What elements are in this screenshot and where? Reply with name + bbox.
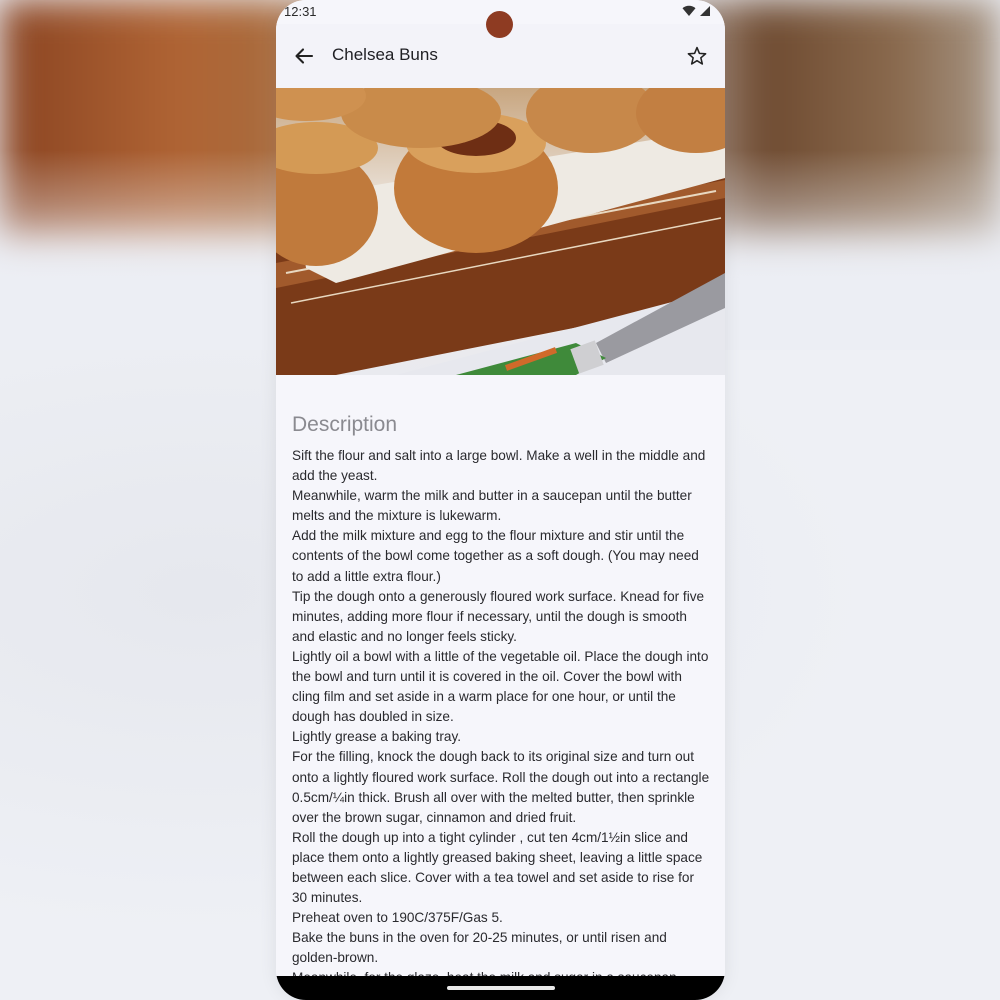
- description-text: Sift the flour and salt into a large bow…: [292, 448, 710, 976]
- favorite-button[interactable]: [683, 42, 711, 70]
- recipe-image: [276, 88, 725, 375]
- chelsea-buns-photo: [276, 88, 725, 375]
- star-outline-icon: [687, 46, 707, 65]
- description-heading: Description: [292, 413, 398, 436]
- recipe-content: Description Sift the flour and salt into…: [276, 375, 725, 976]
- back-button[interactable]: [290, 42, 318, 70]
- wifi-icon: [682, 5, 696, 17]
- status-time: 12:31: [284, 4, 317, 19]
- phone-screen: 12:31 Chelsea Buns Description Sift the …: [276, 0, 725, 1000]
- home-gesture-handle[interactable]: [447, 986, 555, 990]
- arrow-back-icon: [295, 48, 314, 64]
- navigation-bar: [276, 976, 725, 1000]
- front-camera: [486, 11, 513, 38]
- signal-icon: [700, 6, 710, 16]
- page-title: Chelsea Buns: [332, 45, 438, 64]
